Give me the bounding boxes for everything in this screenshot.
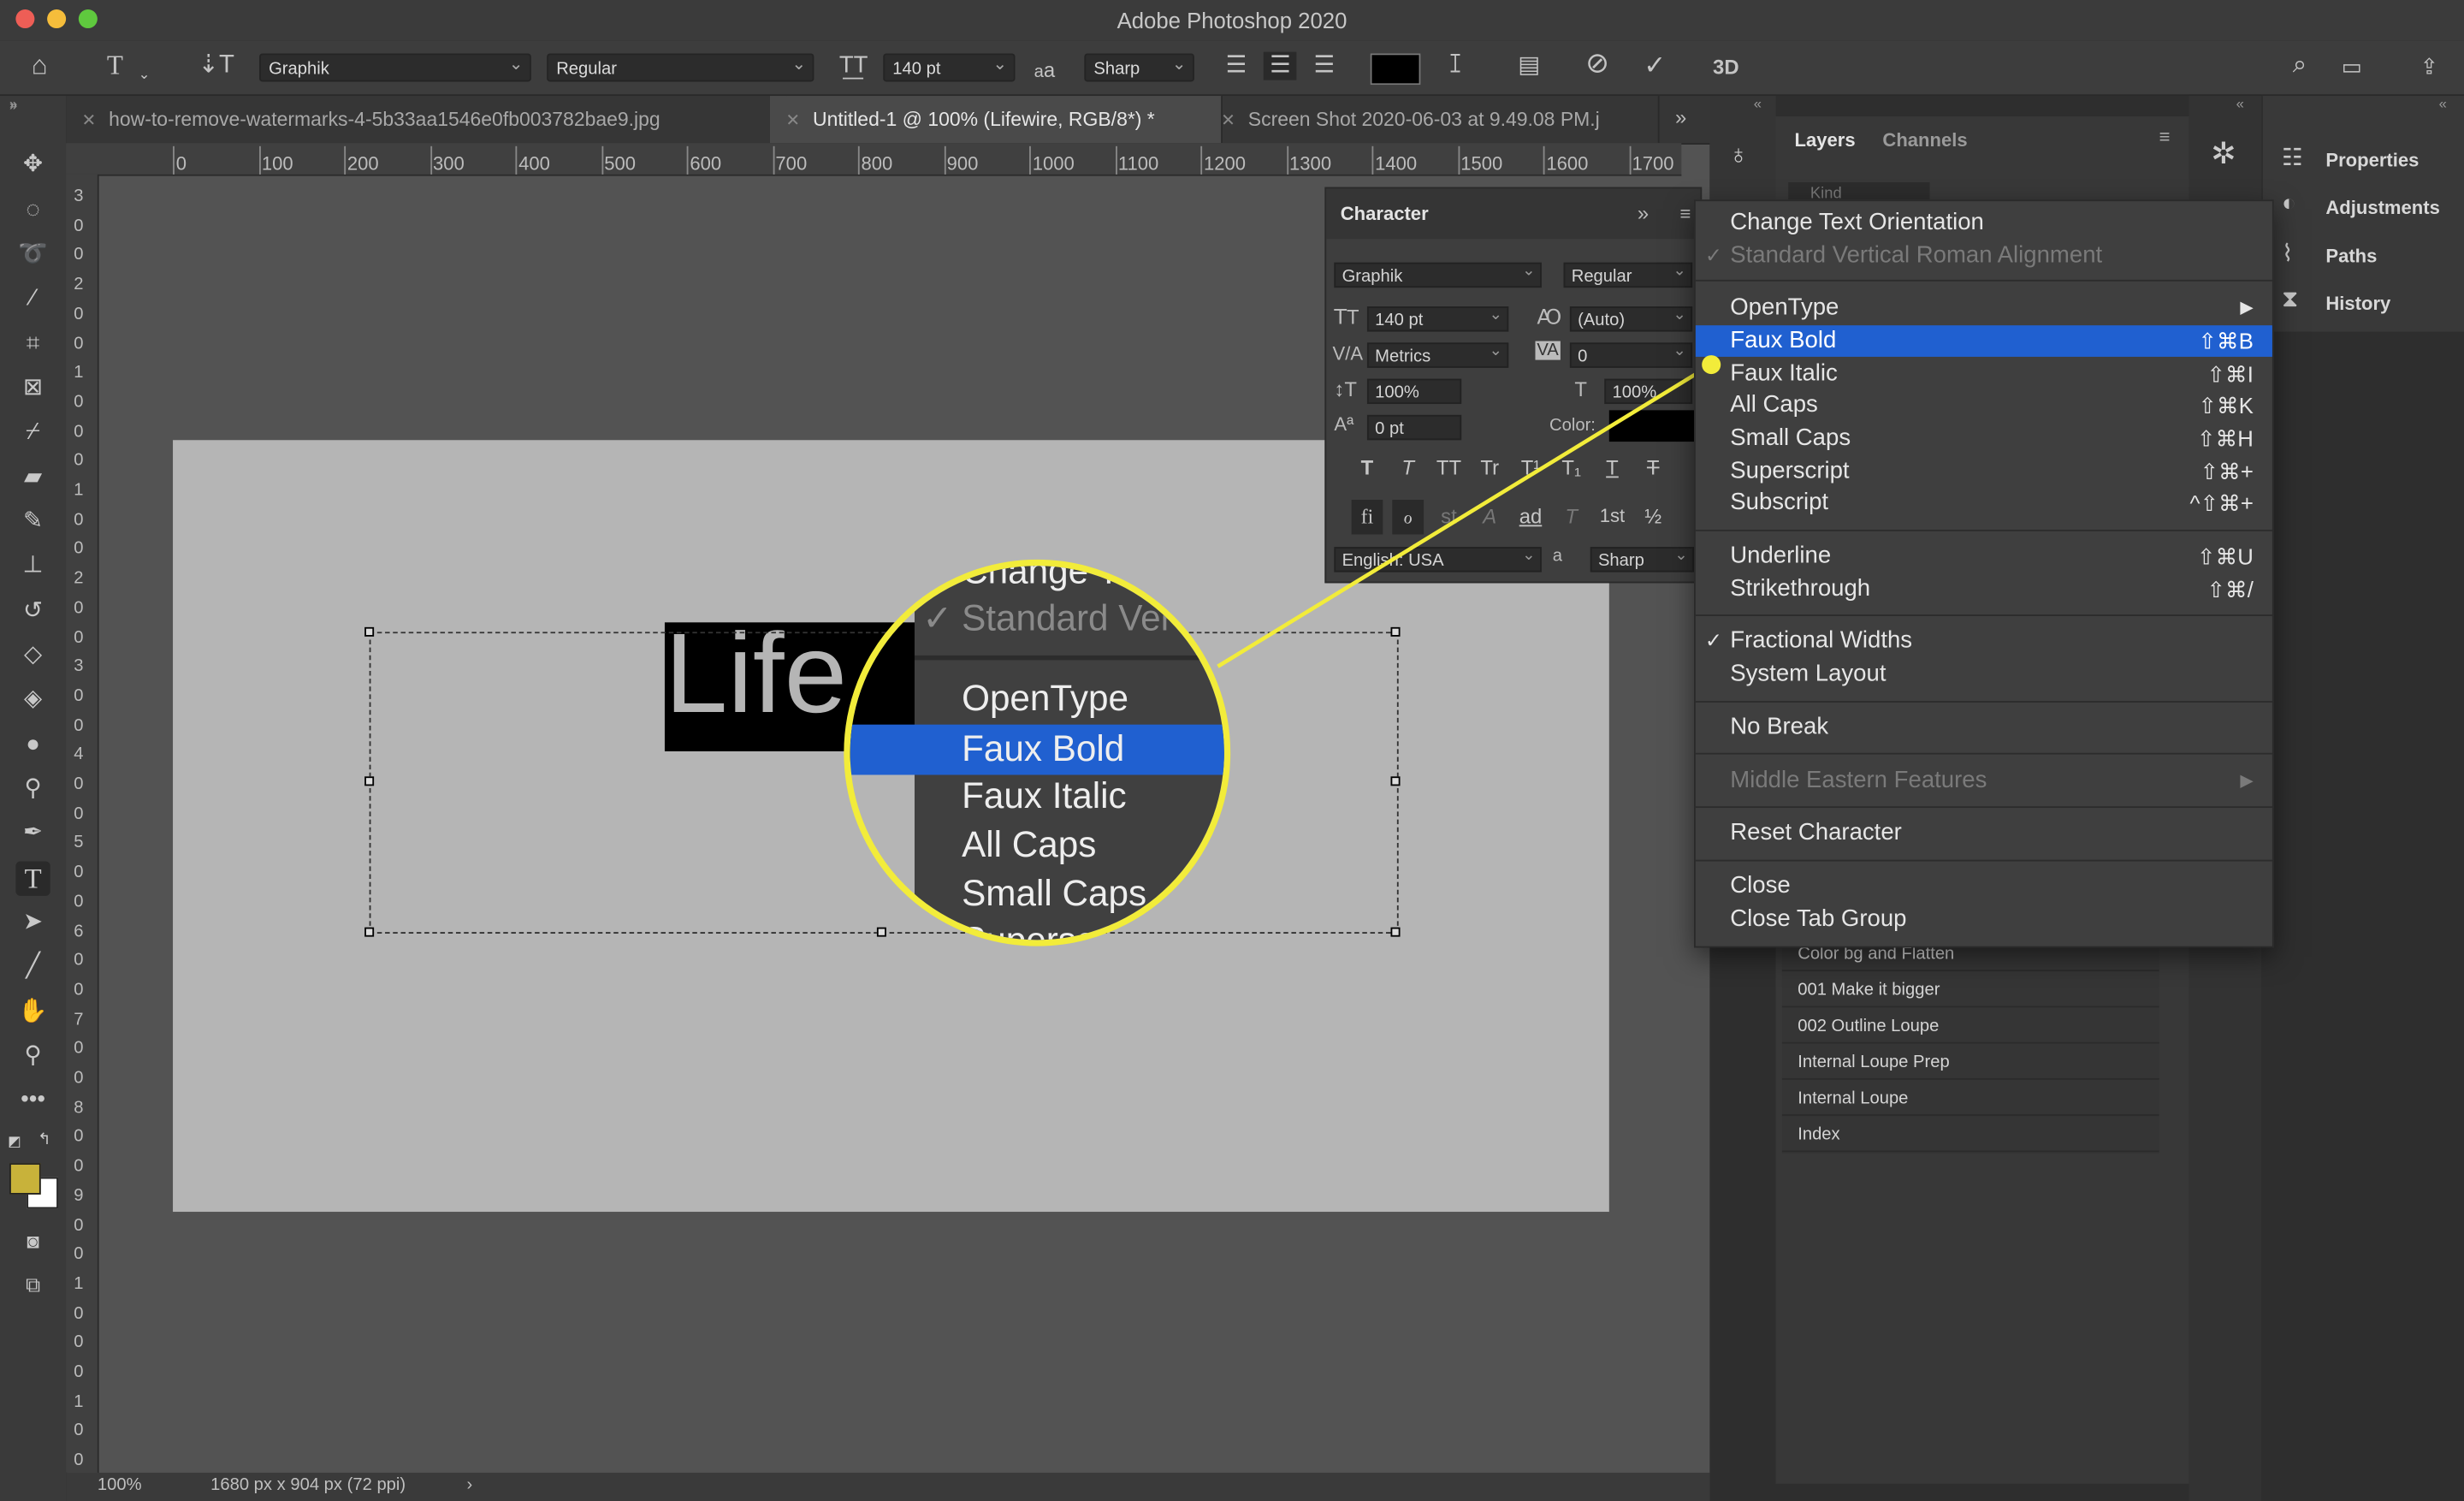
menu-separator <box>1695 701 2272 703</box>
menu-item-small-caps[interactable]: Small Caps ⇧⌘H <box>1696 423 2272 454</box>
menu-separator <box>1695 752 2272 755</box>
character-panel-menu: Change Text Orientation ✓ Standard Vertic… <box>1694 199 2274 948</box>
menu-item-subscript[interactable]: Subscript ^⇧⌘+ <box>1696 487 2272 519</box>
menu-separator <box>1695 806 2272 809</box>
menu-item-no-break[interactable]: No Break <box>1696 712 2272 744</box>
menu-item-faux-bold[interactable]: Faux Bold ⇧⌘B <box>1695 325 2272 357</box>
loupe-item-highlighted: Faux Bold <box>850 724 1224 775</box>
submenu-arrow-icon: ▶ <box>2240 298 2254 318</box>
menu-item-strikethrough[interactable]: Strikethrough ⇧⌘/ <box>1696 573 2272 605</box>
check-icon: ✓ <box>1704 243 1722 268</box>
menu-separator <box>1695 614 2272 616</box>
menu-separator <box>1695 529 2272 531</box>
check-icon: ✓ <box>1704 628 1722 653</box>
menu-item-opentype[interactable]: OpenType ▶ <box>1696 293 2272 324</box>
menu-item-all-caps[interactable]: All Caps ⇧⌘K <box>1696 389 2272 421</box>
menu-item-underline[interactable]: Underline ⇧⌘U <box>1696 541 2272 573</box>
menu-item-close[interactable]: Close <box>1696 871 2272 903</box>
menu-item-change-text-orientation[interactable]: Change Text Orientation <box>1696 207 2272 239</box>
menu-item-standard-vertical-alignment[interactable]: ✓ Standard Vertical Roman Alignment <box>1696 240 2272 272</box>
menu-item-system-layout[interactable]: System Layout <box>1696 659 2272 691</box>
menu-separator <box>1695 279 2272 282</box>
loupe-separator <box>914 655 1224 661</box>
menu-item-middle-eastern-features[interactable]: Middle Eastern Features ▶ <box>1696 765 2272 797</box>
menu-separator <box>1695 859 2272 862</box>
menu-item-close-tab-group[interactable]: Close Tab Group <box>1696 904 2272 935</box>
menu-item-reset-character[interactable]: Reset Character <box>1696 817 2272 849</box>
menu-item-superscript[interactable]: Superscript ⇧⌘+ <box>1696 456 2272 488</box>
magnifier-loupe: Change T ✓ Standard Ver OpenType Faux Bol… <box>844 559 1231 946</box>
menu-item-faux-italic[interactable]: Faux Italic ⇧⌘I <box>1696 359 2272 390</box>
callout-dot <box>1702 355 1721 375</box>
callout-connector <box>1217 363 1713 668</box>
menu-item-fractional-widths[interactable]: ✓ Fractional Widths <box>1696 626 2272 657</box>
submenu-arrow-icon: ▶ <box>2240 771 2254 791</box>
check-icon: ✓ <box>922 596 953 638</box>
